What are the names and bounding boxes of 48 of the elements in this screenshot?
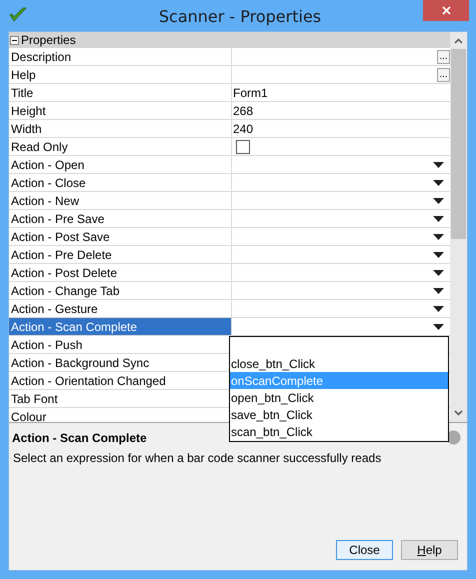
property-name[interactable]: Title <box>9 84 232 101</box>
property-name[interactable]: Action - Post Save <box>9 228 232 245</box>
ellipsis-button[interactable]: ... <box>437 50 450 64</box>
property-name[interactable]: Action - Change Tab <box>9 282 232 299</box>
property-name[interactable]: Action - Open <box>9 156 232 173</box>
caret-icon[interactable] <box>433 162 444 168</box>
checkmark-icon <box>9 7 27 23</box>
caret-icon[interactable] <box>433 198 444 204</box>
property-name[interactable]: Action - Pre Delete <box>9 246 232 263</box>
property-name[interactable]: Description <box>9 48 232 65</box>
dropdown-option[interactable]: save_btn_Click <box>230 406 448 423</box>
dropdown-option[interactable]: scan_btn_Click <box>230 423 448 440</box>
caret-icon[interactable] <box>433 270 444 276</box>
description-title: Action - Scan Complete <box>12 431 147 445</box>
minus-box-icon[interactable] <box>10 36 19 44</box>
checkbox[interactable] <box>236 140 250 154</box>
ellipsis-button[interactable]: ... <box>437 68 450 82</box>
property-value[interactable]: Form1 <box>233 86 268 100</box>
description-text: Select an expression for when a bar code scanner successfully reads <box>12 451 382 465</box>
property-name[interactable]: Read Only <box>9 138 232 155</box>
property-name[interactable]: Action - Scan Complete <box>9 318 232 335</box>
scrollbar-thumb[interactable] <box>451 49 466 239</box>
property-name[interactable]: Action - New <box>9 192 232 209</box>
caret-icon[interactable] <box>433 288 444 294</box>
caret-icon[interactable] <box>433 234 444 240</box>
property-name[interactable]: Action - Gesture <box>9 300 232 317</box>
dropdown-option[interactable]: open_btn_Click <box>230 389 448 406</box>
caret-icon[interactable] <box>433 216 444 222</box>
dropdown-option[interactable]: close_btn_Click <box>230 355 448 372</box>
property-name[interactable]: Height <box>9 102 232 119</box>
property-name[interactable]: Action - Close <box>9 174 232 191</box>
dialog-button[interactable]: Close <box>336 540 393 560</box>
property-value[interactable]: 268 <box>233 104 254 118</box>
scrollbar[interactable] <box>450 32 467 422</box>
property-name[interactable]: Help <box>9 66 232 83</box>
property-name[interactable]: Action - Post Delete <box>9 264 232 281</box>
caret-icon[interactable] <box>433 306 444 312</box>
caret-icon[interactable] <box>433 252 444 258</box>
close-icon <box>442 6 450 15</box>
property-name[interactable]: Action - Pre Save <box>9 210 232 227</box>
close-button[interactable] <box>423 0 469 21</box>
dialog-button[interactable]: Help <box>401 540 458 560</box>
window-title: Scanner - Properties <box>158 7 322 26</box>
caret-icon[interactable] <box>433 180 444 186</box>
caret-icon[interactable] <box>433 324 444 330</box>
section-label: Properties <box>21 33 76 47</box>
property-value[interactable]: 240 <box>233 122 254 136</box>
property-name[interactable]: Width <box>9 120 232 137</box>
